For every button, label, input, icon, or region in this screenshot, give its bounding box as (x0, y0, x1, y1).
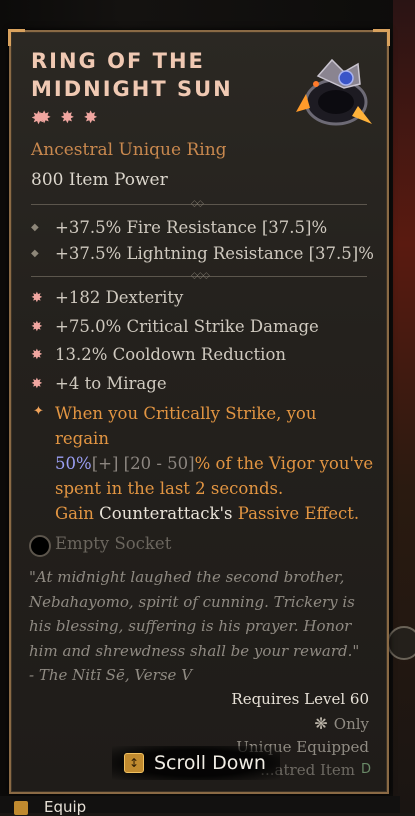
scroll-key-icon: ↕ (124, 753, 144, 773)
flavor-text: "At midnight laughed the second brother,… (29, 568, 360, 684)
item-tooltip: RING OF THE MIDNIGHT SUN ✸ ✸✸✸ Ancestral… (8, 29, 390, 794)
scroll-down-button[interactable]: ↕ Scroll Down (112, 746, 280, 780)
unique-power-icon: ✦ (33, 404, 44, 419)
affix-line: ✸ +75.0% Critical Strike Damage (31, 317, 319, 336)
empty-socket-icon (29, 535, 51, 557)
frame-corner (373, 29, 390, 46)
frame-corner (8, 29, 25, 46)
game-world-edge (393, 0, 415, 813)
unique-power-text: When you Critically Strike, you regain 5… (55, 404, 374, 498)
affix-line: ✸ +4 to Mirage (31, 374, 167, 393)
section-divider: ◇◇◇ (31, 271, 367, 281)
unique-affix-icon: ✸ (31, 375, 43, 392)
unique-rating-stars-icon: ✸✸✸ (37, 108, 107, 128)
item-type-line: Ancestral Unique Ring (31, 140, 227, 160)
socket-label: Empty Socket (55, 534, 172, 553)
scroll-down-label: Scroll Down (154, 752, 266, 774)
gain-passive-line: Gain Counterattack's Passive Effect. (55, 504, 360, 523)
equip-action[interactable]: Equip (44, 798, 86, 816)
item-power: 800 Item Power (31, 170, 168, 190)
unique-affix-icon: ✸ (31, 318, 43, 335)
key-prompt-icon: D (360, 762, 371, 777)
side-ui-ring-icon[interactable] (387, 626, 415, 660)
section-divider: ◇◇ (31, 199, 367, 209)
implicit-affix: ◆ +37.5% Lightning Resistance [37.5]% (31, 244, 374, 263)
implicit-affix: ◆ +37.5% Fire Resistance [37.5]% (31, 218, 328, 237)
ring-item-image (296, 58, 372, 126)
class-restriction: ❋ Only (314, 714, 369, 733)
required-level: Requires Level 60 (231, 690, 369, 708)
unique-affix-icon: ✸ (31, 346, 43, 363)
diamond-bullet-icon: ◆ (31, 248, 39, 259)
rogue-class-icon: ❋ (314, 714, 328, 733)
affix-line: ✸ 13.2% Cooldown Reduction (31, 345, 287, 364)
affix-line: ✸ +182 Dexterity (31, 288, 184, 307)
unique-affix-icon: ✸ (31, 289, 43, 306)
diamond-bullet-icon: ◆ (31, 222, 39, 233)
